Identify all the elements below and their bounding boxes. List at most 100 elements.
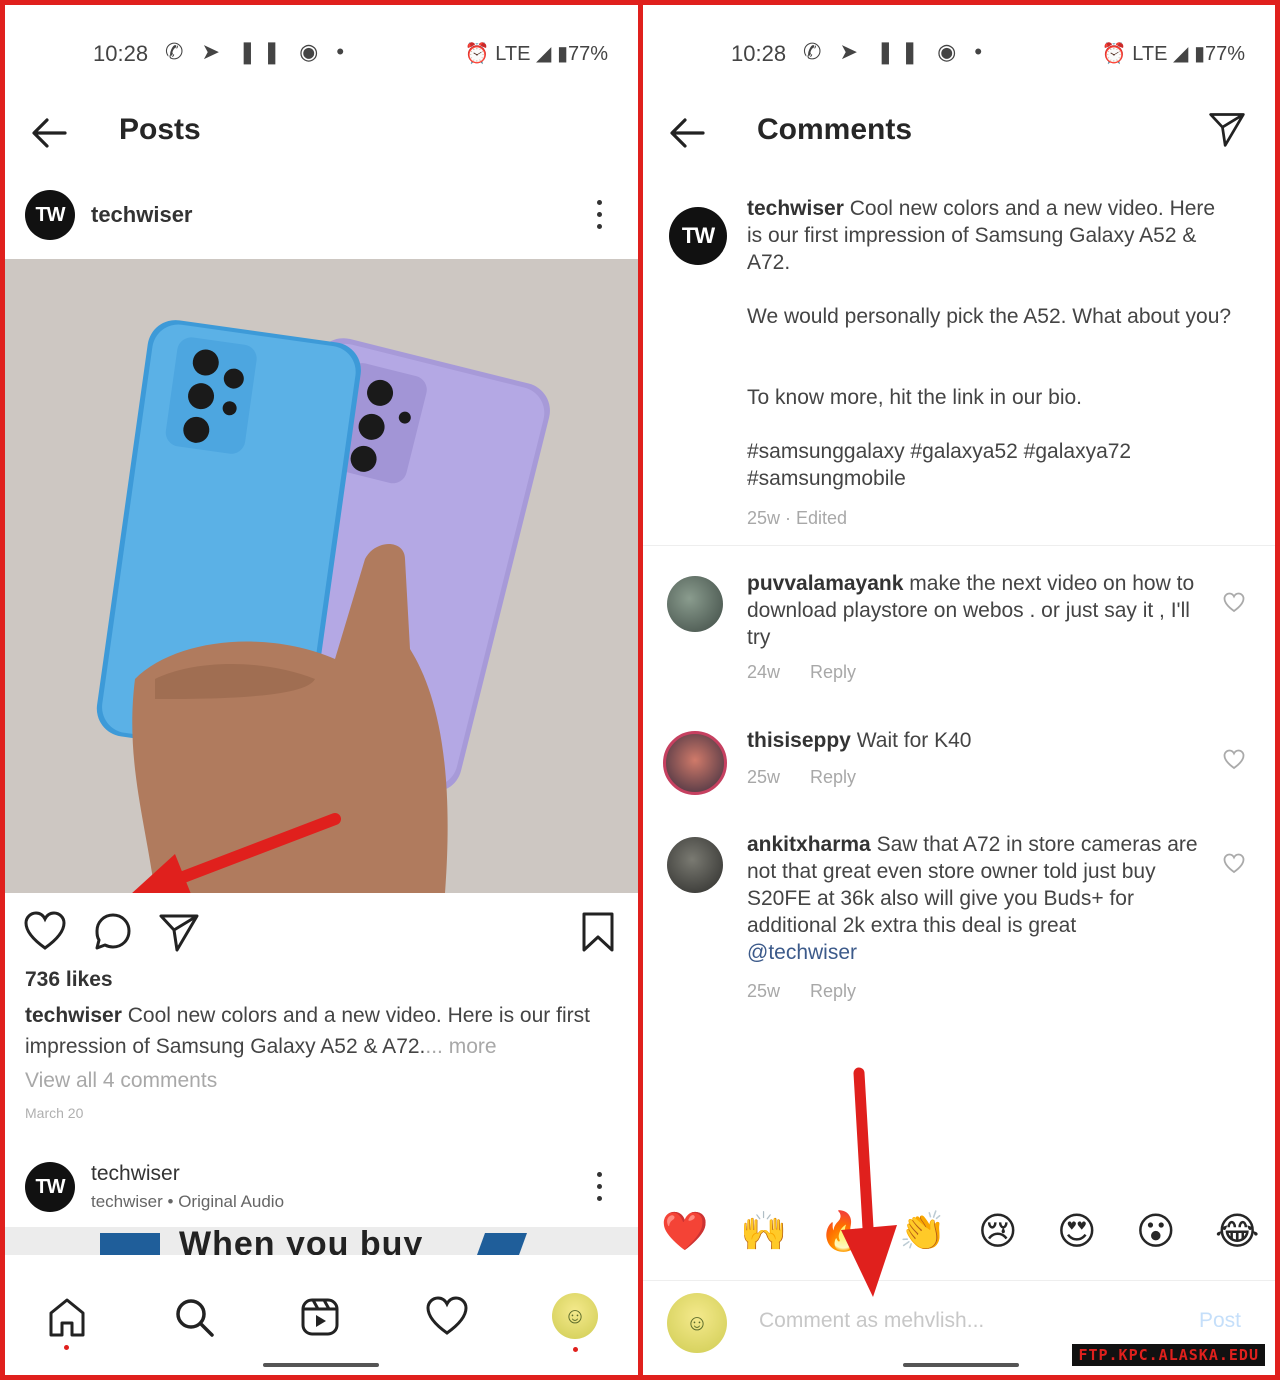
comment-text: thisiseppy Wait for K40 <box>747 727 1219 754</box>
page-title: Comments <box>757 113 913 146</box>
posts-screen: 10:28 ✆ ➤ ❚❚ ◉ • ⏰ LTE ◢ ▮77% Posts TW t… <box>5 5 638 1375</box>
caption-username[interactable]: techwiser <box>747 197 844 220</box>
reply-button[interactable]: Reply <box>810 767 856 787</box>
home-notification-dot <box>64 1345 69 1350</box>
comments-screen: 10:28 ✆ ➤ ❚❚ ◉ • ⏰ LTE ◢ ▮77% Comments T… <box>643 5 1275 1375</box>
emoji-raised-hands-button[interactable]: 🙌 <box>740 1209 787 1254</box>
comment-meta: 25w Reply <box>747 981 856 1002</box>
emoji-quick-reactions: ❤️ 🙌 🔥 👏 😢 😍 😮 😂 <box>643 1205 1275 1265</box>
battery-label: 77% <box>567 43 608 65</box>
status-time: 10:28 <box>731 41 787 66</box>
comment-meta: 25w Reply <box>747 767 856 788</box>
status-time: 10:28 <box>93 41 149 66</box>
avatar[interactable]: TW <box>25 1162 75 1212</box>
next-post-audio[interactable]: techwiser • Original Audio <box>91 1192 284 1212</box>
comment-text: puvvalamayank make the next video on how… <box>747 570 1219 651</box>
bookmark-icon[interactable] <box>576 910 620 954</box>
direct-send-icon[interactable] <box>1207 109 1247 149</box>
likes-count[interactable]: 736 likes <box>25 968 113 992</box>
caption-line-3: To know more, hit the link in our bio. <box>747 386 1082 409</box>
emoji-surprised-button[interactable]: 😮 <box>1136 1209 1176 1253</box>
search-icon[interactable] <box>172 1295 216 1339</box>
caption-more-link[interactable]: ... more <box>425 1035 496 1058</box>
emoji-heart-button[interactable]: ❤️ <box>661 1209 708 1254</box>
comment-time: 25w <box>747 981 781 1001</box>
comment-username[interactable]: puvvalamayank <box>747 572 903 595</box>
comment-icon[interactable] <box>91 910 135 954</box>
comment-time: 25w <box>747 767 781 787</box>
annotation-arrow <box>841 1067 897 1297</box>
system-icons: ⏰ LTE ◢ ▮77% <box>464 43 608 65</box>
comment-username[interactable]: thisiseppy <box>747 729 851 752</box>
watermark: FTP.KPC.ALASKA.EDU <box>1072 1344 1265 1366</box>
comment-body: Wait for K40 <box>856 729 972 752</box>
comment-meta: 24w Reply <box>747 662 856 683</box>
more-options-icon[interactable] <box>594 200 604 234</box>
comment-input[interactable]: Comment as mehvlish... <box>759 1309 984 1333</box>
post-comment-button[interactable]: Post <box>1199 1309 1241 1333</box>
network-label: LTE <box>1132 43 1168 65</box>
profile-notification-dot <box>573 1347 578 1352</box>
comment-like-icon[interactable] <box>1223 853 1245 875</box>
gesture-bar[interactable] <box>263 1363 379 1367</box>
comment-like-icon[interactable] <box>1223 749 1245 771</box>
comment-text: ankitxharma Saw that A72 in store camera… <box>747 831 1219 966</box>
caption-text-block: techwiser Cool new colors and a new vide… <box>747 195 1235 276</box>
posts-header: Posts <box>5 105 638 165</box>
commenter-avatar[interactable] <box>663 731 727 795</box>
network-label: LTE <box>495 43 531 65</box>
commenter-avatar[interactable] <box>667 576 723 632</box>
comment-like-icon[interactable] <box>1223 592 1245 614</box>
gesture-bar[interactable] <box>903 1363 1019 1367</box>
divider <box>643 545 1275 546</box>
activity-heart-icon[interactable] <box>425 1295 469 1339</box>
back-arrow-icon[interactable] <box>27 111 71 155</box>
like-heart-icon[interactable] <box>23 910 67 954</box>
profile-avatar[interactable]: ☺ <box>552 1293 598 1339</box>
post-header: TW techwiser <box>25 190 618 245</box>
preview-shape <box>476 1233 528 1255</box>
battery-label: 77% <box>1204 43 1245 65</box>
next-post-preview[interactable]: When you buy <box>5 1227 638 1255</box>
comment-mention[interactable]: @techwiser <box>747 941 857 964</box>
post-image[interactable] <box>5 259 638 893</box>
comments-header: Comments <box>643 105 1275 165</box>
preview-shape <box>100 1233 160 1255</box>
comment-time: 24w <box>747 662 781 682</box>
next-post-header: TW techwiser techwiser • Original Audio <box>25 1160 618 1220</box>
caption-hashtags[interactable]: #samsunggalaxy #galaxya52 #galaxya72 #sa… <box>747 438 1195 492</box>
phones-photo <box>5 259 638 893</box>
next-post-username[interactable]: techwiser <box>91 1162 180 1186</box>
emoji-laughing-button[interactable]: 😂 <box>1215 1209 1259 1253</box>
my-avatar: ☺ <box>667 1293 727 1353</box>
caption-meta: 25w · Edited <box>747 508 848 528</box>
bottom-navigation: ☺ <box>5 1255 638 1375</box>
more-options-icon[interactable] <box>594 1172 604 1206</box>
emoji-clap-button[interactable]: 👏 <box>899 1209 946 1254</box>
post-username[interactable]: techwiser <box>91 202 193 228</box>
post-caption: techwiser Cool new colors and a new vide… <box>25 1000 622 1062</box>
reply-button[interactable]: Reply <box>810 981 856 1001</box>
preview-text: When you buy <box>179 1227 424 1255</box>
avatar[interactable]: TW <box>25 190 75 240</box>
emoji-crying-button[interactable]: 😢 <box>978 1209 1018 1253</box>
page-title: Posts <box>119 113 201 146</box>
status-bar: 10:28 ✆ ➤ ❚❚ ◉ • ⏰ LTE ◢ ▮77% <box>643 37 1275 77</box>
reels-icon[interactable] <box>298 1295 342 1339</box>
avatar[interactable]: TW <box>669 207 727 265</box>
notification-icons: ✆ ➤ ❚❚ ◉ • <box>165 39 351 64</box>
post-date: March 20 <box>25 1105 84 1121</box>
share-send-icon[interactable] <box>157 910 201 954</box>
reply-button[interactable]: Reply <box>810 662 856 682</box>
notification-icons: ✆ ➤ ❚❚ ◉ • <box>803 39 989 64</box>
post-actions <box>23 910 620 960</box>
emoji-heart-eyes-button[interactable]: 😍 <box>1057 1209 1097 1253</box>
caption-username[interactable]: techwiser <box>25 1004 122 1027</box>
commenter-avatar[interactable] <box>667 837 723 893</box>
view-all-comments-link[interactable]: View all 4 comments <box>25 1069 217 1093</box>
system-icons: ⏰ LTE ◢ ▮77% <box>1101 43 1245 65</box>
back-arrow-icon[interactable] <box>665 111 709 155</box>
home-icon[interactable] <box>45 1295 89 1339</box>
comment-username[interactable]: ankitxharma <box>747 833 871 856</box>
caption-line-2: We would personally pick the A52. What a… <box>747 305 1232 328</box>
